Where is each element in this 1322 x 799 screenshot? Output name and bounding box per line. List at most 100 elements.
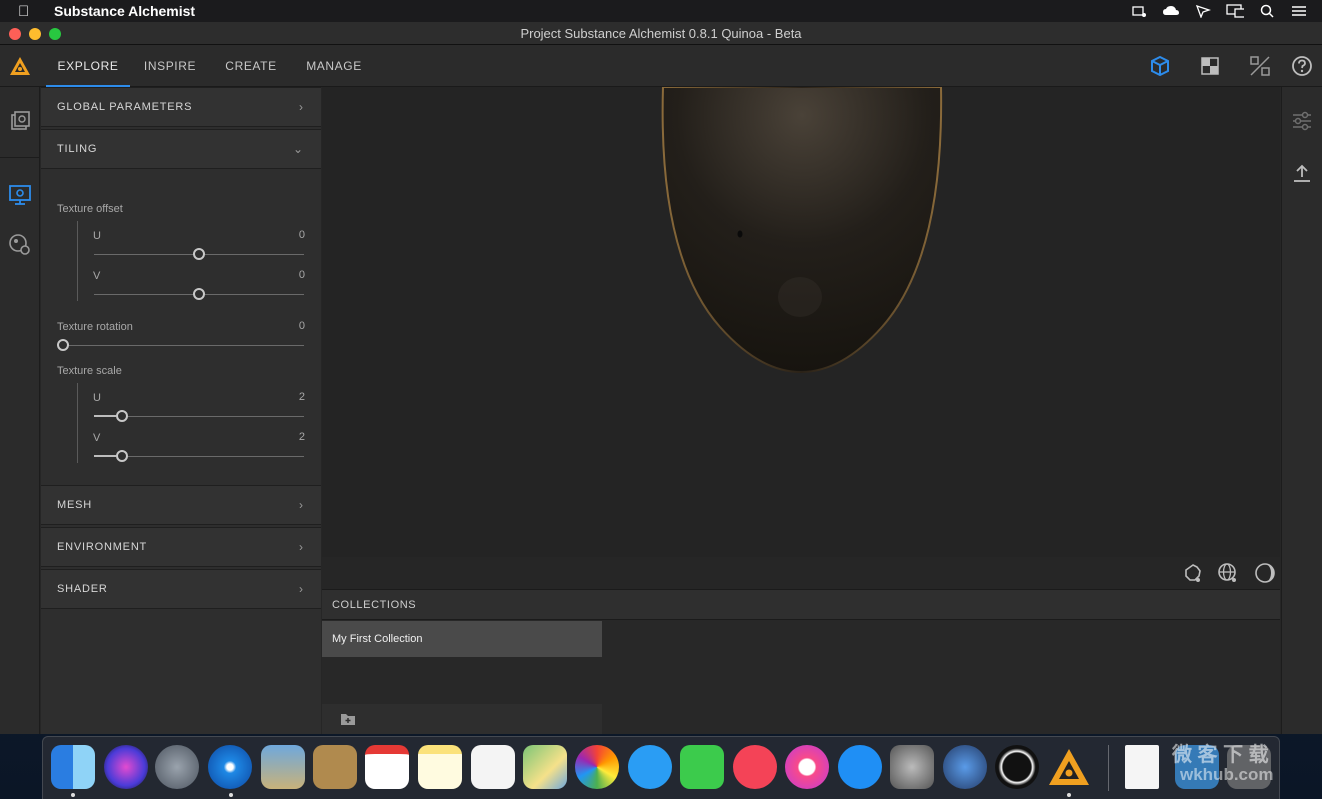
rotate-view-icon[interactable] — [1182, 562, 1204, 584]
safari-icon[interactable] — [208, 745, 252, 789]
scale-v-value[interactable]: 2 — [275, 431, 305, 443]
keychain-icon[interactable] — [1130, 4, 1148, 18]
properties-panel: GLOBAL PARAMETERS › TILING ⌄ Texture off… — [41, 87, 321, 734]
tab-inspire[interactable]: INSPIRE — [136, 45, 204, 87]
3d-viewport[interactable] — [322, 87, 1280, 557]
calendar-icon[interactable] — [365, 745, 409, 789]
scale-u-slider-fill — [94, 415, 116, 417]
chevron-right-icon: › — [299, 582, 303, 596]
environment-globe-icon[interactable] — [1217, 562, 1239, 584]
scale-v-label: V — [93, 432, 101, 444]
menu-bar:  Substance Alchemist — [0, 0, 1322, 22]
tiling-section[interactable]: TILING ⌄ — [41, 129, 321, 169]
export-icon[interactable] — [1290, 161, 1314, 185]
maps-icon[interactable] — [523, 745, 567, 789]
running-indicator — [71, 793, 75, 797]
library-icon[interactable] — [8, 109, 32, 133]
left-tool-rail — [0, 87, 40, 734]
notes-icon[interactable] — [418, 745, 462, 789]
viewport-toolbar — [322, 557, 1280, 589]
chevron-down-icon: ⌄ — [292, 142, 303, 156]
scale-u-value[interactable]: 2 — [275, 391, 305, 403]
shading-sphere-icon[interactable] — [1254, 562, 1276, 584]
chevron-right-icon: › — [299, 100, 303, 114]
news-icon[interactable] — [733, 745, 777, 789]
global-parameters-section[interactable]: GLOBAL PARAMETERS › — [41, 87, 321, 127]
facetime-icon[interactable] — [680, 745, 724, 789]
help-icon[interactable] — [1289, 53, 1315, 79]
chevron-right-icon: › — [299, 540, 303, 554]
document-icon[interactable] — [1125, 745, 1159, 789]
offset-u-label: U — [93, 230, 101, 242]
control-center-icon[interactable] — [1290, 4, 1308, 18]
mail-icon[interactable] — [261, 745, 305, 789]
wifi-direct-icon[interactable] — [1194, 4, 1212, 18]
scale-v-slider-handle[interactable] — [116, 450, 128, 462]
search-icon[interactable] — [1258, 4, 1276, 18]
minimize-window-button[interactable] — [29, 28, 41, 40]
window-titlebar[interactable]: Project Substance Alchemist 0.8.1 Quinoa… — [0, 22, 1322, 45]
texture-scale-label: Texture scale — [57, 365, 122, 377]
launchpad-icon[interactable] — [155, 745, 199, 789]
app-store-icon[interactable] — [838, 745, 882, 789]
designer-app-icon[interactable] — [943, 745, 987, 789]
sliders-icon[interactable] — [1290, 109, 1314, 133]
collections-list: My First Collection — [322, 620, 1280, 734]
scene-settings-icon[interactable] — [8, 183, 32, 207]
tab-create[interactable]: CREATE — [218, 45, 284, 87]
offset-u-slider-handle[interactable] — [193, 248, 205, 260]
app-menu-name[interactable]: Substance Alchemist — [54, 3, 195, 19]
texture-offset-label: Texture offset — [57, 203, 123, 215]
3d-view-icon[interactable] — [1147, 53, 1173, 79]
running-indicator — [229, 793, 233, 797]
texture-rotation-label: Texture rotation — [57, 321, 133, 333]
window-title: Project Substance Alchemist 0.8.1 Quinoa… — [520, 26, 802, 41]
environment-section[interactable]: ENVIRONMENT › — [41, 527, 321, 567]
offset-v-value[interactable]: 0 — [275, 269, 305, 281]
chevron-right-icon: › — [299, 498, 303, 512]
music-icon[interactable] — [785, 745, 829, 789]
rotation-value[interactable]: 0 — [275, 320, 305, 332]
dock — [42, 736, 1280, 799]
2d-view-icon[interactable] — [1197, 53, 1223, 79]
collection-name: My First Collection — [332, 633, 423, 645]
cloud-icon[interactable] — [1162, 4, 1180, 18]
add-folder-icon[interactable] — [340, 712, 356, 731]
right-tool-rail — [1281, 87, 1322, 734]
mesh-section[interactable]: MESH › — [41, 485, 321, 525]
close-window-button[interactable] — [9, 28, 21, 40]
offset-u-value[interactable]: 0 — [275, 229, 305, 241]
material-settings-icon[interactable] — [8, 233, 32, 257]
tab-manage[interactable]: MANAGE — [298, 45, 370, 87]
watermark-text: 微 客 下 载 — [1172, 744, 1269, 766]
offset-v-label: V — [93, 270, 101, 282]
rotation-slider-handle[interactable] — [57, 339, 69, 351]
collections-footer — [322, 704, 602, 734]
alchemist-logo-icon — [8, 55, 32, 77]
section-label: TILING — [57, 143, 98, 155]
reminders-icon[interactable] — [471, 745, 515, 789]
apple-menu-icon[interactable]:  — [18, 3, 38, 20]
collection-item[interactable]: My First Collection — [322, 621, 602, 657]
photos-icon[interactable] — [575, 745, 619, 789]
rail-divider — [0, 157, 40, 158]
siri-icon[interactable] — [104, 745, 148, 789]
system-preferences-icon[interactable] — [890, 745, 934, 789]
shader-section[interactable]: SHADER › — [41, 569, 321, 609]
painter-app-icon[interactable] — [995, 745, 1039, 789]
tab-explore[interactable]: EXPLORE — [46, 45, 130, 87]
split-view-icon[interactable] — [1247, 53, 1273, 79]
scale-u-slider-handle[interactable] — [116, 410, 128, 422]
section-label: SHADER — [57, 583, 108, 595]
messages-icon[interactable] — [628, 745, 672, 789]
app-window: Project Substance Alchemist 0.8.1 Quinoa… — [0, 22, 1322, 734]
dock-separator — [1108, 745, 1109, 791]
contacts-icon[interactable] — [313, 745, 357, 789]
app-toolbar: EXPLORE INSPIRE CREATE MANAGE — [0, 45, 1322, 87]
zoom-window-button[interactable] — [49, 28, 61, 40]
screen-mirroring-icon[interactable] — [1226, 4, 1244, 18]
rotation-slider[interactable] — [59, 345, 304, 346]
finder-icon[interactable] — [51, 745, 95, 789]
offset-v-slider-handle[interactable] — [193, 288, 205, 300]
substance-alchemist-icon[interactable] — [1047, 745, 1091, 789]
